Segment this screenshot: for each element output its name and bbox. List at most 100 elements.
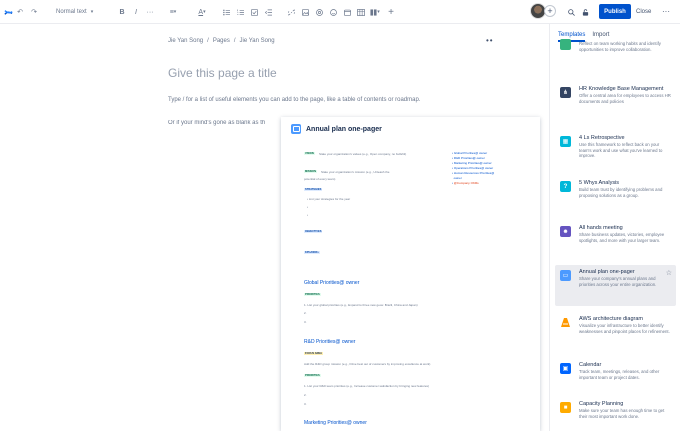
toc-item-label: Operations Priorities@ owner	[453, 166, 494, 170]
strategies-text-value: List your strategies for the year	[308, 197, 351, 201]
more-formatting-button[interactable]: ···	[145, 6, 155, 18]
section-heading: Marketing Priorities@ owner	[304, 420, 367, 426]
breadcrumb: Jie Yan Song / Pages / Jie Yan Song	[168, 38, 275, 44]
outdent-icon[interactable]	[264, 6, 272, 18]
emoji-icon[interactable]	[329, 6, 337, 18]
mission-text-2: potential of every team)	[304, 177, 336, 181]
search-icon[interactable]	[567, 6, 575, 18]
confluence-logo-icon[interactable]	[3, 6, 13, 18]
undo-icon[interactable]: ↶	[16, 6, 24, 18]
list-number: 2.	[304, 311, 307, 315]
template-item[interactable]: ▦ 4 Ls Retrospective Use this framework …	[555, 131, 676, 163]
task-list-icon[interactable]	[250, 6, 258, 18]
image-icon[interactable]	[301, 6, 309, 18]
plan-icon: ▭	[560, 270, 571, 281]
chevron-down-icon: ▾	[377, 9, 380, 15]
template-preview: Annual plan one-pager VISION State your …	[281, 117, 540, 431]
kpis-tag: KPIs/OKRs	[304, 251, 320, 254]
redo-icon[interactable]: ↷	[30, 6, 38, 18]
calendar-icon: ▣	[560, 363, 571, 374]
preview-title: Annual plan one-pager	[306, 125, 382, 133]
section-heading: R&D Priorities@ owner	[304, 339, 356, 345]
layouts-button[interactable]: ▾	[369, 6, 381, 18]
bullet-list-icon[interactable]	[222, 6, 230, 18]
list-number: 3.	[304, 320, 307, 324]
layouts-icon	[370, 8, 377, 16]
close-button[interactable]: Close	[636, 4, 651, 19]
editor-toolbar: ↶ ↷ Normal text ▾ B I ··· ≡▾ A▾ ▾ + +	[0, 0, 680, 24]
template-name: Calendar	[579, 362, 602, 368]
more-actions-icon[interactable]: ···	[662, 4, 670, 19]
text-style-select[interactable]: Normal text ▾	[56, 6, 100, 18]
breadcrumb-pages[interactable]: Pages	[213, 38, 230, 44]
table-of-contents: • Global Priorities@ owner • R&D Priorit…	[452, 151, 494, 186]
template-description: Reflect on team working habits and ident…	[579, 41, 661, 52]
text-color-button[interactable]: A ▾	[196, 6, 208, 18]
chevron-down-icon: ▾	[90, 9, 94, 15]
italic-button[interactable]: I	[132, 6, 140, 18]
breadcrumb-parent[interactable]: Jie Yan Song	[240, 38, 275, 44]
toc-item-label: Global Priorities@ owner	[453, 151, 488, 155]
capacity-icon: ■	[560, 402, 571, 413]
template-item-selected[interactable]: ▭ Annual plan one-pager Share your compa…	[555, 265, 676, 306]
list-number: 2.	[304, 393, 307, 397]
toc-item-label: R&D Priorities@ owner	[453, 156, 485, 160]
section-heading: Global Priorities@ owner	[304, 280, 360, 286]
objectives-tag: OBJECTIVES	[304, 230, 323, 233]
toc-item-label: Marketing Priorities@ owner	[453, 161, 492, 165]
invite-plus-icon[interactable]: +	[544, 5, 556, 17]
numbered-list-icon[interactable]	[236, 6, 244, 18]
strategies-tag: STRATEGIES	[304, 188, 323, 191]
mention-icon[interactable]	[315, 6, 323, 18]
mission-text: State your organization's mission (e.g.,…	[321, 170, 390, 174]
mission-tag: MISSION	[304, 170, 317, 173]
breadcrumb-space[interactable]: Jie Yan Song	[168, 38, 203, 44]
question-icon: ?	[560, 181, 571, 192]
template-name: HR Knowledge Base Management	[579, 86, 664, 92]
template-item[interactable]: ■ Capacity Planning Make sure your team …	[555, 397, 676, 423]
template-item[interactable]: ▣ Calendar Track team, meetings, release…	[555, 358, 676, 384]
toc-item-label: @Company OKRs	[453, 181, 479, 185]
template-item[interactable]: AWS architecture diagram Visualize your …	[555, 312, 676, 338]
toc-item-label: Human Resources Priorities@	[453, 171, 495, 175]
align-button[interactable]: ≡ ▾	[167, 6, 179, 18]
link-icon[interactable]	[287, 6, 295, 18]
template-description: Visualize your infrastructure to better …	[579, 323, 670, 334]
priority-line: 1. List your global priorities (e.g., Ex…	[304, 303, 418, 307]
bullet: •	[307, 205, 309, 209]
table-icon[interactable]	[356, 6, 366, 18]
restrictions-lock-icon[interactable]	[581, 6, 589, 18]
publish-button[interactable]: Publish	[599, 4, 631, 19]
star-icon[interactable]: ☆	[666, 269, 672, 277]
template-item[interactable]: ☻ All hands meeting Share business updat…	[555, 221, 676, 247]
editor-hint-secondary: Or if your mind's gone as blank as th	[168, 120, 266, 126]
strategies-text: • List your strategies for the year	[307, 197, 351, 201]
page-title-input[interactable]: Give this page a title	[168, 66, 277, 80]
grid-icon: ▦	[560, 136, 571, 147]
focus-area-tag: FOCUS AREA	[304, 352, 324, 355]
retro-icon	[560, 39, 571, 50]
aws-icon	[560, 317, 571, 328]
template-panel: Templates Import Reflect on team working…	[549, 24, 680, 431]
editor-hint: Type / for a list of useful elements you…	[168, 97, 421, 103]
toc-item-label: owner	[453, 176, 462, 180]
template-description: Make sure your team has enough time to g…	[579, 408, 665, 419]
hierarchy-icon: ⋔	[560, 87, 571, 98]
template-item[interactable]: Reflect on team working habits and ident…	[555, 37, 676, 56]
template-name: 5 Whys Analysis	[579, 180, 620, 186]
insert-button[interactable]: +	[387, 6, 395, 18]
template-description: Track team, meetings, releases, and othe…	[579, 369, 660, 380]
breadcrumb-separator: /	[233, 38, 236, 44]
chevron-down-icon: ▾	[203, 9, 206, 15]
template-name: AWS architecture diagram	[579, 316, 643, 322]
toc-item[interactable]: • @Company OKRs	[452, 181, 494, 186]
bold-button[interactable]: B	[118, 6, 126, 18]
page-options-icon[interactable]: ••	[486, 36, 494, 45]
template-description: Share your company's annual plans and pr…	[579, 276, 657, 287]
template-item[interactable]: ⋔ HR Knowledge Base Management Offer a c…	[555, 82, 676, 108]
date-icon[interactable]	[343, 6, 351, 18]
bullet: •	[307, 213, 309, 217]
template-name: All hands meeting	[579, 225, 623, 231]
chevron-down-icon: ▾	[173, 9, 177, 15]
template-item[interactable]: ? 5 Whys Analysis Build team trust by id…	[555, 176, 676, 202]
